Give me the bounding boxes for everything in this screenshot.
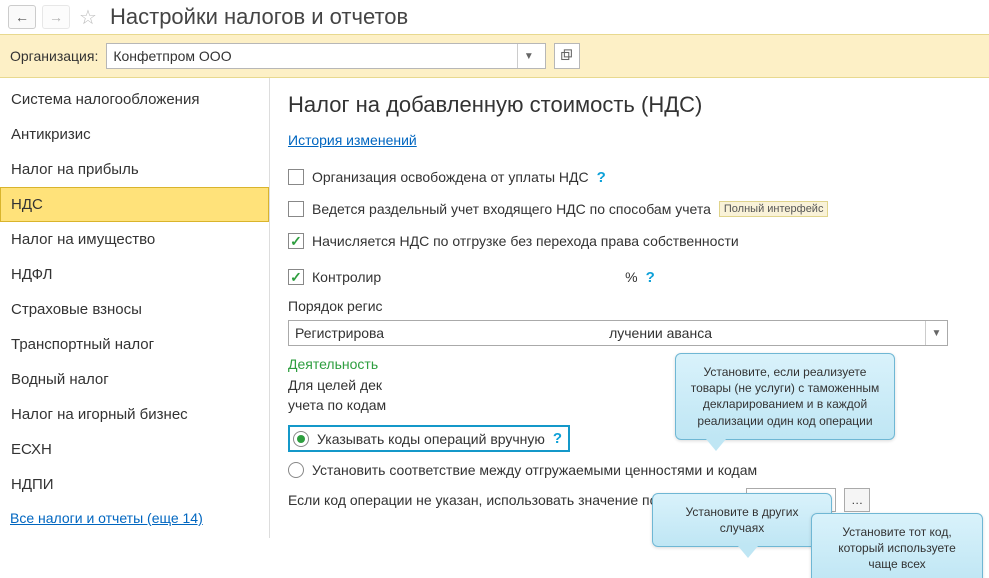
checkbox-ship-label: Начисляется НДС по отгрузке без перехода… xyxy=(312,233,739,249)
dropdown-caret-icon[interactable]: ▼ xyxy=(517,44,539,68)
radio-map-codes[interactable] xyxy=(288,462,304,478)
sidebar-all-taxes-link[interactable]: Все налоги и отчеты (еще 14) xyxy=(0,502,269,534)
radio-map-label: Установить соответствие между отгружаемы… xyxy=(312,462,757,478)
manual-codes-highlight: Указывать коды операций вручную ? xyxy=(288,425,570,452)
nav-back-button[interactable]: ← xyxy=(8,5,36,29)
radio-manual-codes[interactable] xyxy=(293,431,309,447)
registration-order-value-suffix: лучении аванса xyxy=(609,325,712,341)
sidebar-item-ndfl[interactable]: НДФЛ xyxy=(0,257,269,292)
callout-manual-codes: Установите, если реализуете товары (не у… xyxy=(675,353,895,440)
dropdown-caret-icon[interactable]: ▼ xyxy=(925,321,947,345)
registration-order-label: Порядок регис xyxy=(288,298,971,314)
history-link[interactable]: История изменений xyxy=(288,132,417,148)
help-icon[interactable]: ? xyxy=(597,169,606,186)
checkbox-split-label: Ведется раздельный учет входящего НДС по… xyxy=(312,201,711,217)
checkbox-split-accounting[interactable] xyxy=(288,201,304,217)
sidebar-item-eshn[interactable]: ЕСХН xyxy=(0,432,269,467)
help-icon[interactable]: ? xyxy=(646,269,655,286)
organization-label: Организация: xyxy=(10,48,98,64)
sidebar-item-property-tax[interactable]: Налог на имущество xyxy=(0,222,269,257)
organization-open-button[interactable] xyxy=(554,43,580,69)
nav-forward-button[interactable]: → xyxy=(42,5,70,29)
sidebar-item-insurance[interactable]: Страховые взносы xyxy=(0,292,269,327)
checkbox-control[interactable] xyxy=(288,269,304,285)
default-code-browse-button[interactable]: … xyxy=(844,488,870,512)
help-icon[interactable]: ? xyxy=(553,430,562,447)
checkbox-control-label: Контролир xyxy=(312,269,381,285)
sidebar-item-gambling-tax[interactable]: Налог на игорный бизнес xyxy=(0,397,269,432)
organization-select[interactable]: Конфетпром ООО ▼ xyxy=(106,43,546,69)
sidebar-item-water-tax[interactable]: Водный налог xyxy=(0,362,269,397)
radio-manual-label: Указывать коды операций вручную xyxy=(317,431,545,447)
organization-bar: Организация: Конфетпром ООО ▼ xyxy=(0,34,989,78)
sidebar-item-anticrisis[interactable]: Антикризис xyxy=(0,117,269,152)
topbar: ← → ☆ Настройки налогов и отчетов xyxy=(0,0,989,34)
registration-order-select[interactable]: Регистрирова лучении аванса ▼ xyxy=(288,320,948,346)
percent-label: % xyxy=(625,269,637,285)
sidebar-item-transport-tax[interactable]: Транспортный налог xyxy=(0,327,269,362)
sidebar: Система налогообложения Антикризис Налог… xyxy=(0,78,270,538)
sidebar-item-vat[interactable]: НДС xyxy=(0,187,269,222)
checkbox-exempt[interactable] xyxy=(288,169,304,185)
main-panel: Налог на добавленную стоимость (НДС) Ист… xyxy=(270,78,989,538)
checkbox-exempt-label: Организация освобождена от уплаты НДС xyxy=(312,169,589,185)
sidebar-item-ndpi[interactable]: НДПИ xyxy=(0,467,269,502)
sidebar-item-tax-system[interactable]: Система налогообложения xyxy=(0,82,269,117)
sidebar-item-profit-tax[interactable]: Налог на прибыль xyxy=(0,152,269,187)
favorite-star-icon[interactable]: ☆ xyxy=(76,5,100,29)
registration-order-value-prefix: Регистрирова xyxy=(295,325,384,341)
organization-value: Конфетпром ООО xyxy=(113,48,517,64)
checkbox-ship-vat[interactable] xyxy=(288,233,304,249)
full-interface-badge: Полный интерфейс xyxy=(719,201,829,217)
page-title: Настройки налогов и отчетов xyxy=(110,4,408,30)
callout-default-code: Установите тот код, который используете … xyxy=(811,513,983,578)
callout-other-cases: Установите в других случаях xyxy=(652,493,832,547)
main-title: Налог на добавленную стоимость (НДС) xyxy=(288,92,971,118)
